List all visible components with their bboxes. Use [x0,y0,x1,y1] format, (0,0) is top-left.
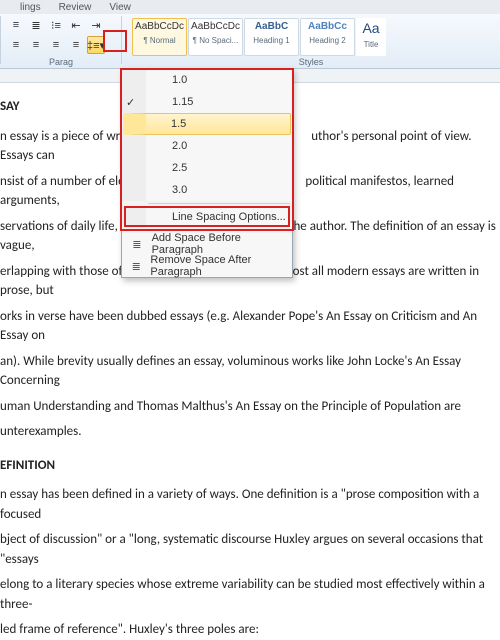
tab-bar: lings Review View [0,0,500,14]
heading-definition: EFINITION [0,456,496,476]
bullets-button[interactable]: ≡ [7,16,25,34]
justify-button[interactable]: ≡ [67,36,85,54]
style-heading1[interactable]: AaBbC Heading 1 [244,18,299,56]
style-nospacing[interactable]: AaBbCcDc ¶ No Spaci... [188,18,243,56]
spacing-1-0[interactable]: 1.0 [122,69,292,91]
doc-line: unterexamples. [0,422,496,442]
doc-line: orks in verse have been dubbed essays (e… [0,307,496,346]
check-icon: ✓ [126,96,135,109]
doc-line: bject of discussion" or a "long, systema… [0,530,496,569]
paragraph-group-label: Parag [1,57,121,67]
remove-space-after[interactable]: ≣ Remove Space After Paragraph [122,255,292,277]
numbering-button[interactable]: ≣ [27,16,45,34]
line-spacing-menu: 1.0 ✓1.15 1.5 2.0 2.5 3.0 Line Spacing O… [121,68,293,278]
align-center-button[interactable]: ≡ [27,36,45,54]
spacing-2-0[interactable]: 2.0 [122,135,292,157]
decrease-indent-button[interactable]: ⇤ [67,16,85,34]
style-title[interactable]: Aa Title [356,18,386,56]
line-spacing-options[interactable]: Line Spacing Options... [122,206,292,228]
menu-separator [148,203,290,204]
tab-view[interactable]: View [109,2,131,13]
styles-group: AaBbCcDc ¶ Normal AaBbCcDc ¶ No Spaci...… [122,14,500,68]
align-left-button[interactable]: ≡ [7,36,25,54]
increase-indent-button[interactable]: ⇥ [87,16,105,34]
multilevel-button[interactable]: ⁝≡ [47,16,65,34]
tab-review[interactable]: Review [59,2,92,13]
align-right-button[interactable]: ≡ [47,36,65,54]
add-space-before-icon: ≣ [128,236,146,252]
styles-group-label: Styles [122,57,500,67]
doc-line: uman Understanding and Thomas Malthus's … [0,397,496,417]
paragraph-group: ≡ ≣ ⁝≡ ⇤ ⇥ ≡ ≡ ≡ ≡ ‡≡▾ Parag [1,14,121,68]
style-heading2[interactable]: AaBbCc Heading 2 [300,18,355,56]
tab-mailings[interactable]: lings [20,2,41,13]
ribbon: ≡ ≣ ⁝≡ ⇤ ⇥ ≡ ≡ ≡ ≡ ‡≡▾ Parag AaBbCcDc ¶ … [0,14,500,69]
add-space-before[interactable]: ≣ Add Space Before Paragraph [122,233,292,255]
spacing-1-5[interactable]: 1.5 [123,113,291,135]
doc-line: led frame of reference". Huxley's three … [0,620,496,640]
spacing-2-5[interactable]: 2.5 [122,157,292,179]
menu-separator [148,230,290,231]
remove-space-after-icon: ≣ [128,258,144,274]
doc-line: elong to a literary species whose extrem… [0,575,496,614]
doc-line: an). While brevity usually defines an es… [0,352,496,391]
doc-line: n essay has been defined in a variety of… [0,485,496,524]
line-spacing-button[interactable]: ‡≡▾ [87,36,105,54]
style-normal[interactable]: AaBbCcDc ¶ Normal [132,18,187,56]
spacing-1-15[interactable]: ✓1.15 [122,91,292,113]
spacing-3-0[interactable]: 3.0 [122,179,292,201]
